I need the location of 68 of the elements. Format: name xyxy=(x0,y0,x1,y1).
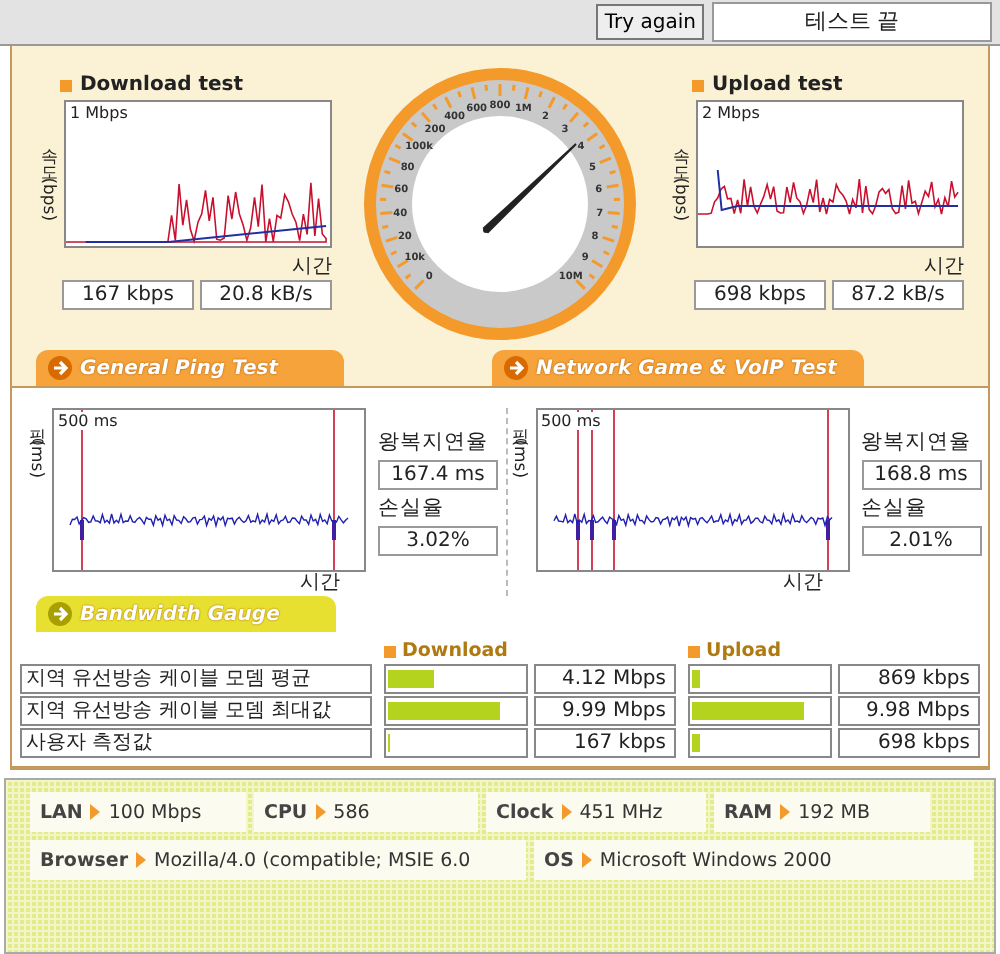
section-tab[interactable]: Network Game & VoIP Test xyxy=(492,350,864,386)
scale-label: 500 ms xyxy=(539,412,603,430)
info-label: LAN xyxy=(40,801,83,823)
latency-value: 168.8 ms xyxy=(861,460,981,490)
triangle-icon xyxy=(581,852,592,868)
row-label: 지역 유선방송 케이블 모뎀 평균 xyxy=(20,664,372,694)
info-value: 451 MHz xyxy=(579,801,663,823)
test-title: Upload test xyxy=(712,74,843,96)
triangle-icon xyxy=(780,804,791,820)
triangle-icon xyxy=(136,852,147,868)
bandwidth-value: 869 kbps xyxy=(838,664,980,694)
loss-label: 손실율 xyxy=(378,494,446,522)
triangle-icon xyxy=(90,804,101,820)
axis-label: 속도 (bps) xyxy=(668,133,692,225)
axis-label: 시간 xyxy=(292,256,332,280)
bandwidth-value: 698 kbps xyxy=(838,728,980,758)
status-field: 테스트 끝 xyxy=(712,2,992,42)
loss-value: 2.01% xyxy=(861,526,981,556)
speed-value: 698 kbps xyxy=(694,280,826,310)
axis-label: 핑 (ms) xyxy=(507,414,531,484)
row-label: 사용자 측정값 xyxy=(20,728,372,758)
axis-label: 속도 (bps) xyxy=(36,133,60,225)
bullet-icon xyxy=(688,645,700,657)
try-again-button[interactable]: Try again xyxy=(596,4,704,40)
info-value: 100 Mbps xyxy=(108,801,202,823)
bandwidth-value: 167 kbps xyxy=(534,728,676,758)
triangle-icon xyxy=(561,804,572,820)
arrow-icon xyxy=(48,356,72,380)
triangle-icon xyxy=(315,804,326,820)
info-label: Clock xyxy=(496,801,554,823)
info-label: OS xyxy=(544,849,574,871)
bandwidth-value: 9.98 Mbps xyxy=(838,696,980,726)
scale-label: 2 Mbps xyxy=(700,104,762,122)
bullet-icon xyxy=(384,645,396,657)
arrow-icon xyxy=(504,356,528,380)
arrow-icon xyxy=(48,602,72,626)
section-tab[interactable]: Bandwidth Gauge xyxy=(36,596,336,632)
bandwidth-value: 4.12 Mbps xyxy=(534,664,676,694)
info-value: 586 xyxy=(333,801,370,823)
column-header: Upload xyxy=(706,640,782,662)
info-value: Microsoft Windows 2000 xyxy=(599,849,832,871)
bullet-icon xyxy=(692,79,704,91)
info-value: Mozilla/4.0 (compatible; MSIE 6.0 xyxy=(154,849,471,871)
info-value: 192 MB xyxy=(798,801,870,823)
axis-label: 시간 xyxy=(783,572,823,596)
gauge-needle xyxy=(482,143,577,234)
section-tab[interactable]: General Ping Test xyxy=(36,350,344,386)
info-label: CPU xyxy=(264,801,308,823)
column-header: Download xyxy=(402,640,508,662)
info-label: RAM xyxy=(724,801,773,823)
row-label: 지역 유선방송 케이블 모뎀 최대값 xyxy=(20,696,372,726)
scale-label: 1 Mbps xyxy=(68,104,130,122)
info-label: Browser xyxy=(40,849,129,871)
rate-value: 20.8 kB/s xyxy=(200,280,332,310)
axis-label: 핑 (ms) xyxy=(24,414,48,484)
bullet-icon xyxy=(60,79,72,91)
axis-label: 시간 xyxy=(924,256,964,280)
latency-label: 왕복지연율 xyxy=(861,428,973,456)
axis-label: 시간 xyxy=(300,572,340,596)
loss-value: 3.02% xyxy=(378,526,498,556)
bandwidth-value: 9.99 Mbps xyxy=(534,696,676,726)
speed-value: 167 kbps xyxy=(62,280,194,310)
scale-label: 500 ms xyxy=(56,412,120,430)
rate-value: 87.2 kB/s xyxy=(832,280,964,310)
latency-value: 167.4 ms xyxy=(378,460,498,490)
latency-label: 왕복지연율 xyxy=(378,428,490,456)
loss-label: 손실율 xyxy=(861,494,929,522)
test-title: Download test xyxy=(80,74,244,96)
